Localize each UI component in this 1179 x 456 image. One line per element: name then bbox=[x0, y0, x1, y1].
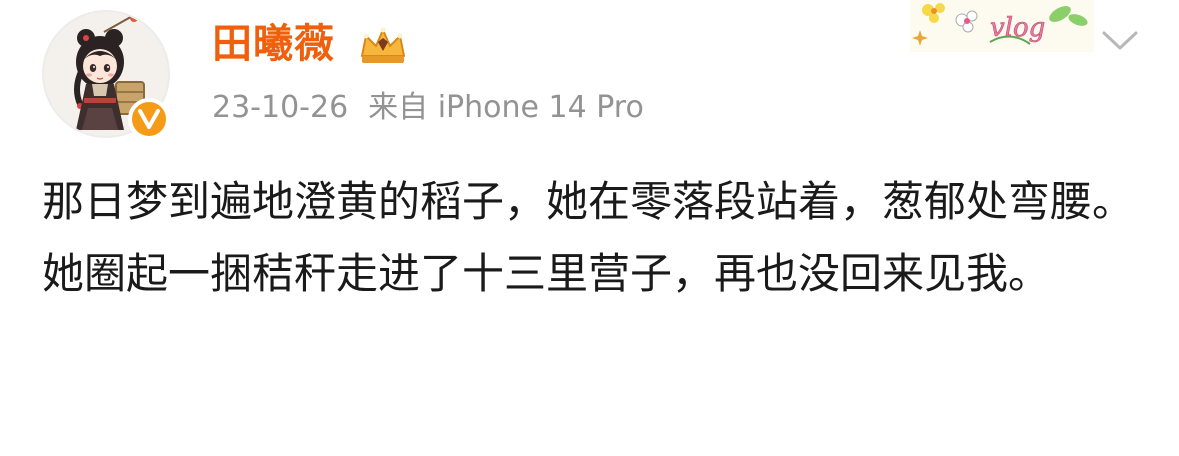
vlog-decoration: vlog bbox=[910, 0, 1094, 52]
post-date: 23-10-26 bbox=[212, 90, 349, 125]
post-source: 来自 iPhone 14 Pro bbox=[368, 90, 644, 125]
weibo-post: 田曦薇 23-10-26 来自 iPhone 14 Pro vlog 那日梦到遍… bbox=[0, 0, 1179, 456]
user-name[interactable]: 田曦薇 bbox=[212, 18, 335, 70]
vlog-label: vlog bbox=[990, 13, 1045, 43]
post-meta: 23-10-26 来自 iPhone 14 Pro bbox=[212, 86, 644, 130]
post-paragraph-2: 她圈起一捆秸秆走进了十三里营子，再也没回来见我。 bbox=[42, 249, 1051, 298]
crown-badge-icon[interactable] bbox=[356, 26, 410, 66]
chevron-down-icon bbox=[1102, 31, 1138, 50]
verified-v-icon bbox=[138, 109, 160, 129]
post-paragraph-1: 那日梦到遍地澄黄的稻子，她在零落段站着，葱郁处弯腰。 bbox=[42, 177, 1135, 226]
verified-badge bbox=[128, 98, 170, 140]
more-options-button[interactable] bbox=[1098, 24, 1142, 56]
post-content: 那日梦到遍地澄黄的稻子，她在零落段站着，葱郁处弯腰。 她圈起一捆秸秆走进了十三里… bbox=[42, 172, 1142, 304]
vlog-decoration-icon: vlog bbox=[910, 0, 1094, 52]
